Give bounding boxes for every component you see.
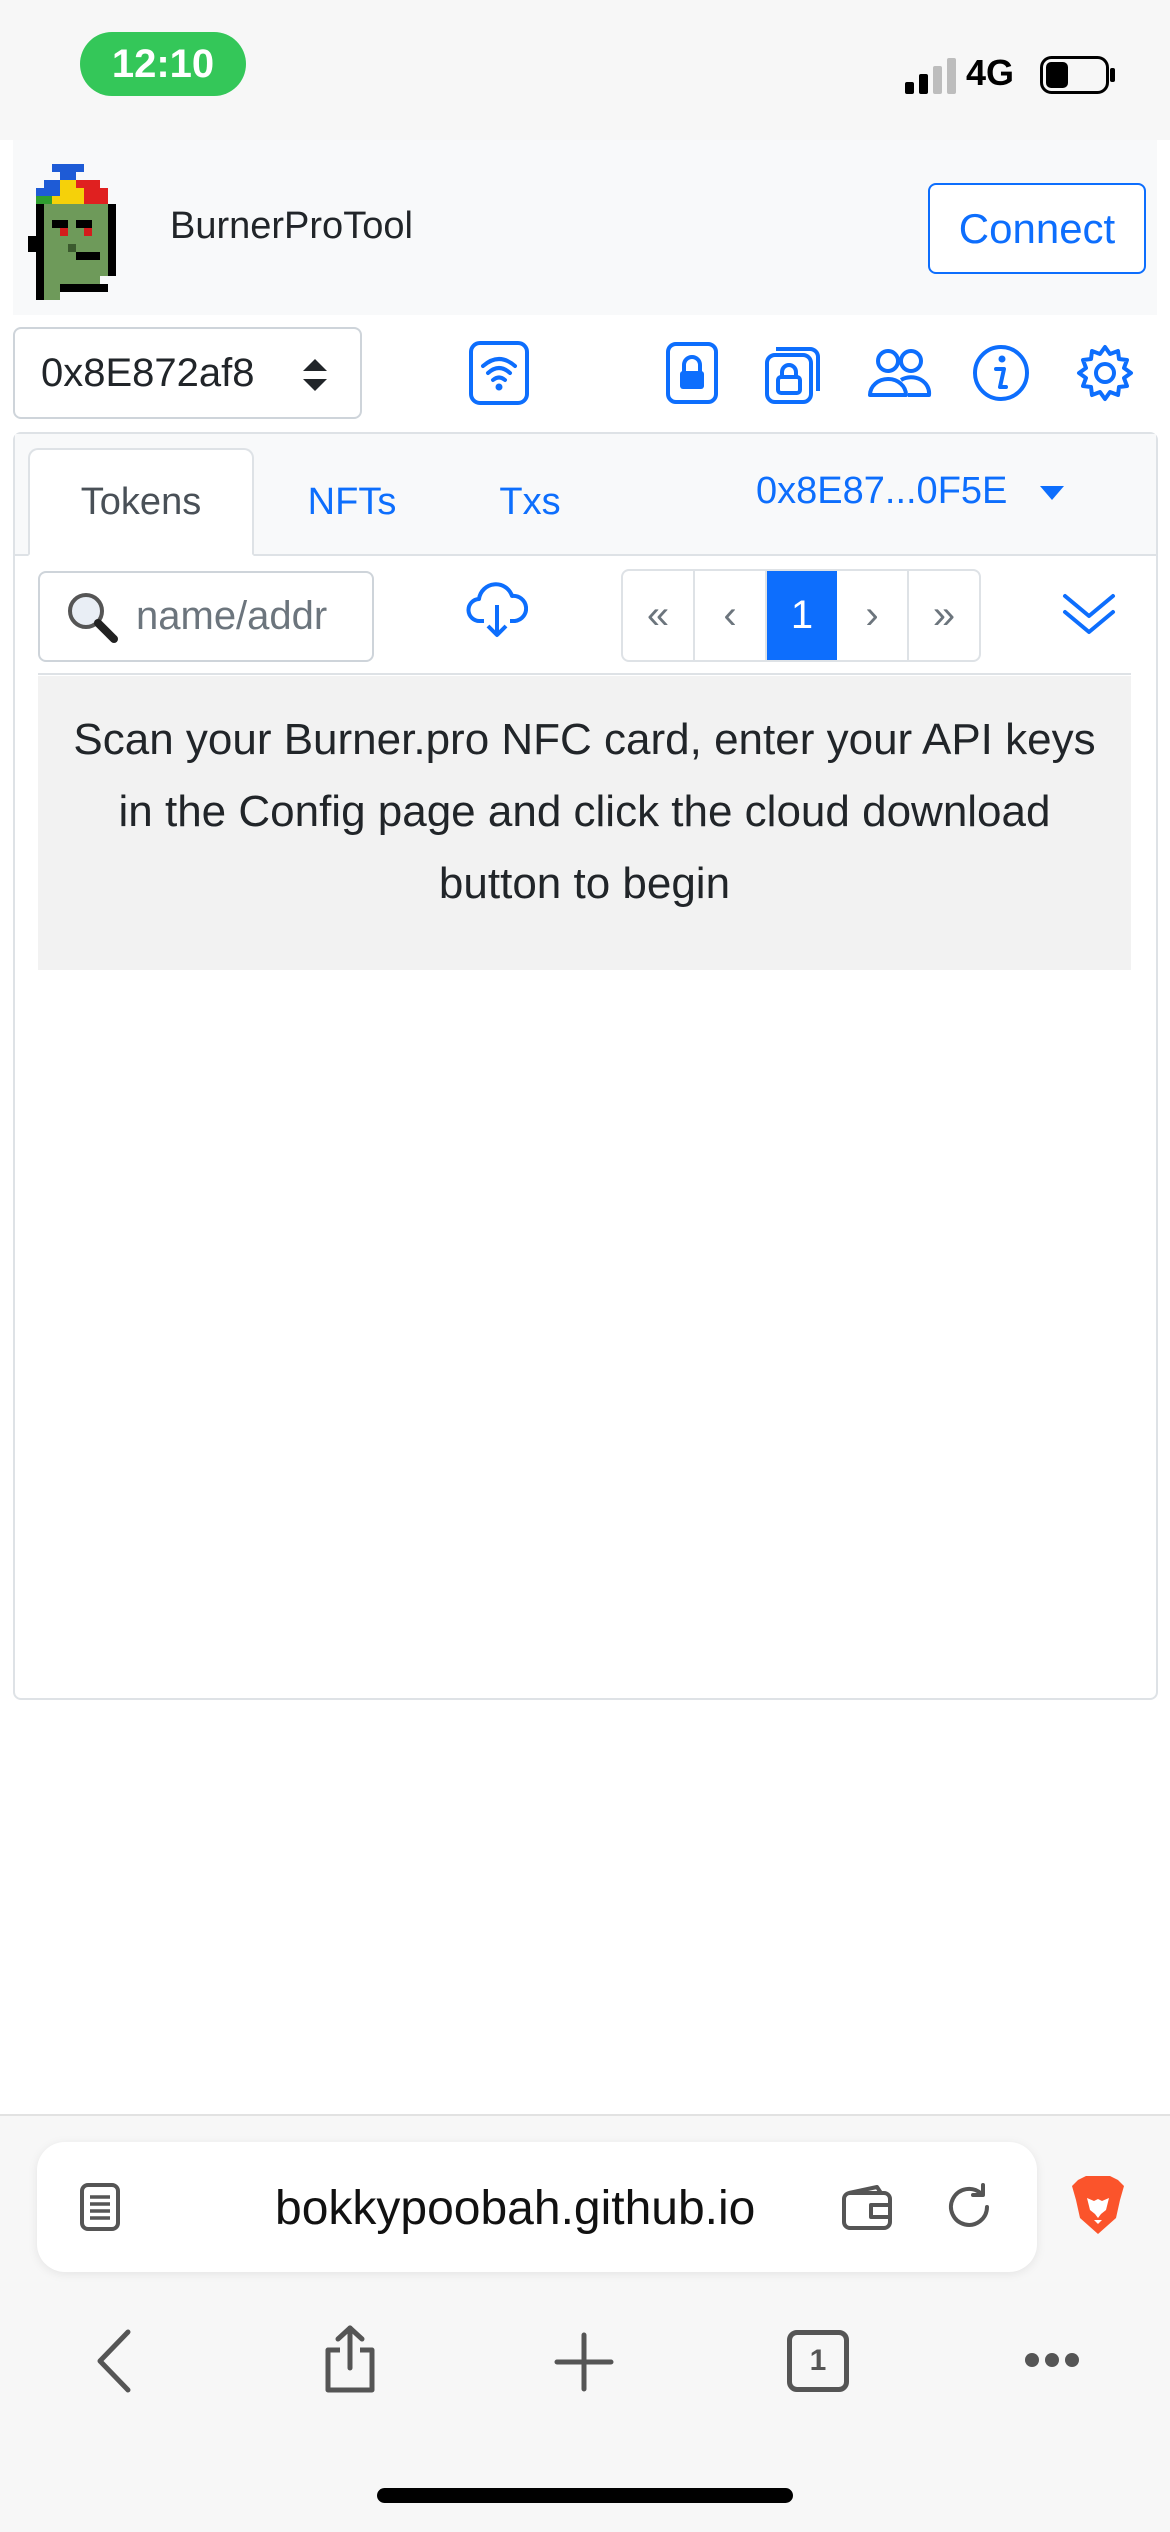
wallet-icon[interactable]	[841, 2185, 893, 2236]
address-select[interactable]: 0x8E872af8	[13, 327, 362, 419]
page-current-button[interactable]: 1	[767, 571, 837, 660]
network-label: 4G	[966, 52, 1015, 93]
signal-icon	[905, 56, 957, 99]
new-tab-icon[interactable]	[554, 2332, 614, 2397]
reader-mode-icon[interactable]	[79, 2182, 121, 2237]
battery-icon	[1040, 56, 1116, 99]
share-icon[interactable]	[320, 2324, 380, 2399]
page-last-button[interactable]: »	[909, 571, 979, 660]
chevron-double-down-icon[interactable]	[1062, 590, 1116, 643]
magnifier-search-icon	[68, 592, 118, 643]
home-indicator	[377, 2488, 793, 2503]
people-icon[interactable]	[864, 338, 934, 408]
tab-tokens[interactable]: Tokens	[28, 448, 254, 556]
account-dropdown-label: 0x8E87...0F5E	[756, 470, 1008, 512]
lock-icon[interactable]	[657, 338, 727, 408]
tabs-count-button[interactable]: 1	[787, 2330, 849, 2392]
cloud-download-icon[interactable]	[466, 581, 529, 644]
search-input[interactable]	[134, 593, 358, 640]
connect-button[interactable]: Connect	[928, 183, 1146, 274]
tab-txs[interactable]: Txs	[452, 448, 608, 556]
reload-icon[interactable]	[943, 2181, 995, 2238]
multi-lock-icon[interactable]	[758, 338, 828, 408]
pagination: « ‹ 1 › »	[621, 569, 981, 662]
info-icon[interactable]	[966, 338, 1036, 408]
back-icon[interactable]	[92, 2328, 140, 2399]
app-title: BurnerProTool	[170, 205, 413, 247]
search-field[interactable]	[38, 571, 374, 662]
tab-nfts[interactable]: NFTs	[268, 448, 436, 556]
more-icon[interactable]	[1024, 2350, 1080, 2375]
wifi-nfc-icon[interactable]	[464, 338, 534, 408]
status-time: 12:10	[80, 32, 246, 96]
punk-avatar-logo	[28, 162, 132, 307]
gear-icon[interactable]	[1070, 338, 1140, 408]
page-first-button[interactable]: «	[623, 571, 695, 660]
account-dropdown[interactable]: 0x8E87...0F5E	[756, 470, 1064, 513]
table-divider	[38, 673, 1131, 675]
url-text[interactable]: bokkypoobah.github.io	[275, 2181, 755, 2236]
caret-down-icon	[1039, 485, 1064, 500]
select-arrows-icon	[303, 359, 327, 391]
address-select-value: 0x8E872af8	[41, 350, 255, 395]
page-next-button[interactable]: ›	[837, 571, 909, 660]
brave-lion-icon[interactable]	[1070, 2174, 1126, 2243]
empty-state-message: Scan your Burner.pro NFC card, enter you…	[38, 676, 1131, 970]
page-prev-button[interactable]: ‹	[695, 571, 767, 660]
